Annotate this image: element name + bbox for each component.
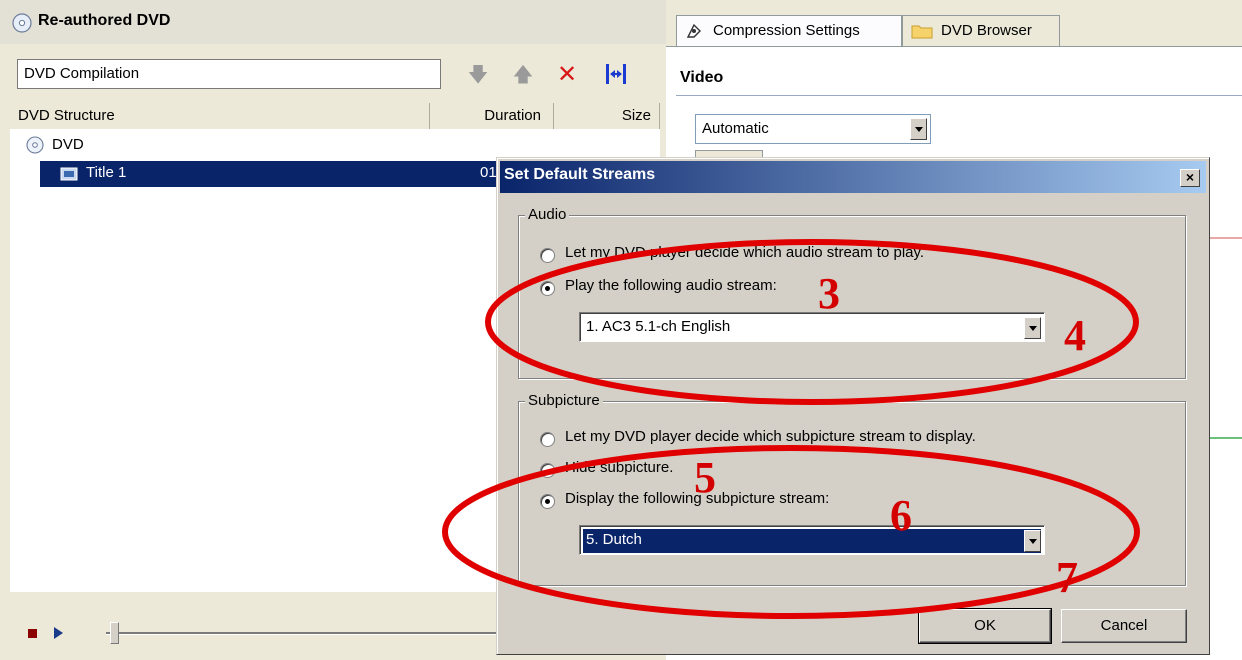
- chevron-down-icon[interactable]: [1024, 317, 1041, 339]
- dialog-title: Set Default Streams: [504, 166, 656, 183]
- column-header-duration[interactable]: Duration: [430, 103, 554, 129]
- dropdown-value: Automatic: [702, 120, 769, 137]
- close-button[interactable]: ×: [1180, 169, 1200, 187]
- dvd-disc-icon: [12, 13, 32, 33]
- subpicture-let-player-label[interactable]: Let my DVD player decide which subpictur…: [565, 428, 976, 445]
- title-film-icon: [60, 167, 78, 181]
- tab-label: DVD Browser: [941, 22, 1032, 39]
- annotation-number-7: 7: [1056, 553, 1078, 602]
- delete-x-icon: ✕: [556, 61, 578, 88]
- subpicture-hide-label[interactable]: Hide subpicture.: [565, 459, 673, 476]
- audio-stream-dropdown[interactable]: 1. AC3 5.1-ch English: [579, 312, 1045, 342]
- graph-line: [1210, 437, 1242, 439]
- fit-to-disc-button[interactable]: [603, 62, 629, 88]
- partial-button: [695, 150, 763, 157]
- graph-line: [1210, 237, 1242, 239]
- set-default-streams-dialog: Set Default Streams × Audio Let my DVD p…: [496, 157, 1210, 655]
- play-icon[interactable]: [54, 627, 63, 639]
- move-up-button[interactable]: 🡅: [510, 62, 536, 88]
- fit-to-disc-icon: [606, 64, 626, 84]
- move-down-button[interactable]: 🡇: [465, 62, 491, 88]
- section-divider: [676, 95, 1242, 96]
- group-label-audio: Audio: [525, 206, 570, 223]
- cancel-button[interactable]: Cancel: [1061, 609, 1187, 643]
- tree-node-label: Title 1: [86, 164, 127, 181]
- dropdown-value: 1. AC3 5.1-ch English: [586, 318, 731, 335]
- seek-slider-thumb[interactable]: [110, 622, 119, 644]
- folder-icon: [911, 25, 933, 39]
- tab-compression-settings[interactable]: Compression Settings: [676, 15, 902, 46]
- dropdown-value: 5. Dutch: [583, 529, 1041, 553]
- panel-title: Re-authored DVD: [38, 12, 171, 29]
- subpicture-let-player-radio[interactable]: [540, 432, 555, 447]
- chevron-down-icon[interactable]: [1024, 530, 1041, 552]
- tree-node-label: DVD: [52, 136, 84, 153]
- column-header-structure[interactable]: DVD Structure: [10, 103, 430, 129]
- subpicture-display-stream-radio[interactable]: [540, 494, 555, 509]
- annotation-number-6: 6: [890, 491, 912, 540]
- compilation-name-input[interactable]: DVD Compilation: [17, 59, 441, 89]
- audio-let-player-label[interactable]: Let my DVD player decide which audio str…: [565, 244, 924, 261]
- annotation-number-4: 4: [1064, 311, 1086, 360]
- video-mode-dropdown[interactable]: Automatic: [695, 114, 931, 144]
- subpicture-hide-radio[interactable]: [540, 463, 555, 478]
- column-header-size[interactable]: Size: [554, 103, 660, 129]
- stop-icon[interactable]: [28, 629, 37, 638]
- dvd-disc-icon: [26, 136, 44, 154]
- close-icon: ×: [1185, 169, 1195, 185]
- section-title-video: Video: [680, 69, 724, 86]
- compression-icon: [686, 23, 701, 38]
- up-arrow-icon: 🡅: [512, 64, 534, 86]
- chevron-down-icon[interactable]: [910, 118, 927, 140]
- audio-play-stream-label[interactable]: Play the following audio stream:: [565, 277, 777, 294]
- structure-column-header: DVD Structure Duration Size: [10, 103, 660, 130]
- annotation-number-3: 3: [818, 269, 840, 318]
- ok-button[interactable]: OK: [918, 608, 1052, 644]
- delete-button[interactable]: ✕: [554, 62, 580, 88]
- tab-dvd-browser[interactable]: DVD Browser: [902, 15, 1060, 46]
- panel-header: Re-authored DVD: [0, 0, 666, 44]
- tab-label: Compression Settings: [713, 22, 860, 39]
- subpicture-group: Subpicture Let my DVD player decide whic…: [518, 392, 1186, 586]
- audio-let-player-radio[interactable]: [540, 248, 555, 263]
- settings-tab-strip: Compression Settings DVD Browser: [666, 0, 1242, 47]
- audio-play-stream-radio[interactable]: [540, 281, 555, 296]
- subpicture-stream-dropdown[interactable]: 5. Dutch: [579, 525, 1045, 555]
- down-arrow-icon: 🡇: [467, 64, 489, 86]
- annotation-number-5: 5: [694, 453, 716, 502]
- group-label-subpicture: Subpicture: [525, 392, 603, 409]
- dialog-titlebar[interactable]: Set Default Streams ×: [500, 161, 1206, 193]
